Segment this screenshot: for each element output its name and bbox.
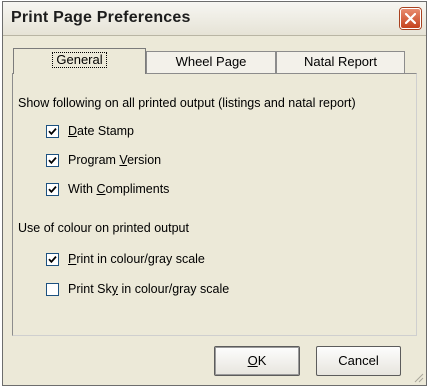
tab-general[interactable]: General — [13, 48, 146, 74]
tab-natal-report-label: Natal Report — [304, 54, 377, 69]
ok-button[interactable]: OK — [214, 346, 300, 376]
tab-general-label: General — [52, 52, 107, 68]
tab-wheel-page-label: Wheel Page — [175, 54, 247, 69]
cancel-button[interactable]: Cancel — [316, 346, 401, 376]
tab-wheel-page[interactable]: Wheel Page — [146, 51, 276, 73]
checkmark-icon — [48, 128, 57, 136]
resize-grip-icon[interactable] — [412, 371, 424, 383]
with-compliments-checkbox[interactable] — [46, 183, 59, 196]
ok-button-label: OK — [247, 353, 267, 368]
general-tab-panel: Show following on all printed output (li… — [12, 73, 417, 336]
window-title: Print Page Preferences — [11, 9, 191, 26]
checkmark-icon — [48, 256, 57, 264]
section-colour-heading: Use of colour on printed output — [18, 221, 189, 235]
print-colour-checkbox[interactable] — [46, 253, 59, 266]
tab-natal-report[interactable]: Natal Report — [276, 51, 405, 73]
date-stamp-checkbox[interactable] — [46, 125, 59, 138]
close-icon — [405, 13, 416, 24]
section-output-heading: Show following on all printed output (li… — [18, 96, 356, 110]
program-version-label: Program Version — [68, 153, 162, 167]
print-preferences-dialog: Print Page Preferences General Wheel Pag… — [2, 1, 427, 386]
tab-strip: General Wheel Page Natal Report — [13, 48, 405, 74]
date-stamp-label: Date Stamp — [68, 124, 135, 138]
cancel-button-label: Cancel — [338, 353, 379, 368]
checkmark-icon — [48, 157, 57, 165]
program-version-checkbox[interactable] — [46, 154, 59, 167]
print-sky-colour-label: Print Sky in colour/gray scale — [68, 282, 230, 296]
title-bar[interactable]: Print Page Preferences — [3, 2, 426, 36]
print-sky-colour-checkbox[interactable] — [46, 283, 59, 296]
close-button[interactable] — [400, 8, 421, 29]
print-colour-label: Print in colour/gray scale — [68, 252, 205, 266]
checkmark-icon — [48, 186, 57, 194]
with-compliments-label: With Compliments — [68, 182, 170, 196]
